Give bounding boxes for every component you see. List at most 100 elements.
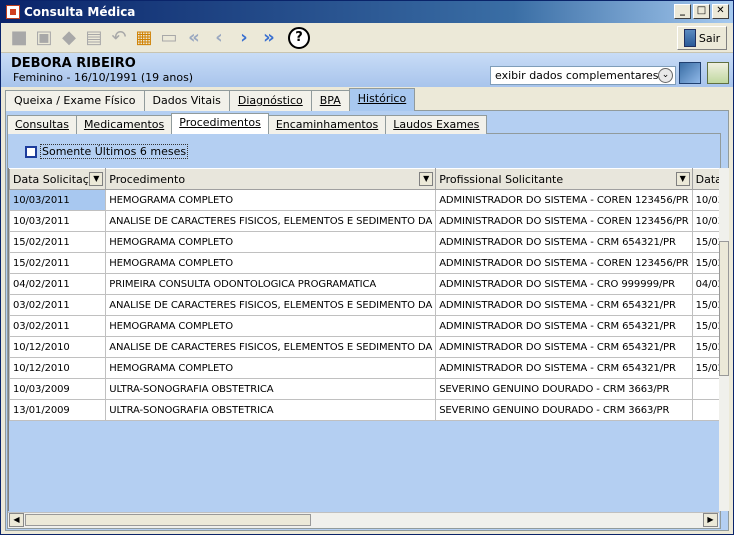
- table-row[interactable]: 10/12/2010 HEMOGRAMA COMPLETO ADMINISTRADO…: [9, 357, 719, 379]
- table-cell[interactable]: SEVERINO GENUINO DOURADO - CRM 3663/PR: [435, 399, 693, 421]
- minimize-button[interactable]: _: [674, 4, 691, 19]
- help-icon[interactable]: ?: [288, 26, 310, 49]
- table-cell[interactable]: 15/02: [691, 252, 719, 274]
- table-cell[interactable]: 10/03/2011: [9, 210, 107, 232]
- table-cell[interactable]: HEMOGRAMA COMPLETO: [105, 315, 437, 337]
- table-cell[interactable]: 10/03: [691, 210, 719, 232]
- scroll-right-arrow-icon[interactable]: ▶: [703, 513, 718, 527]
- table-row[interactable]: 04/02/2011 PRIMEIRA CONSULTA ODONTOLOGICA…: [9, 273, 719, 295]
- table-row[interactable]: 03/02/2011 HEMOGRAMA COMPLETO ADMINISTRADO…: [9, 315, 719, 337]
- next-record-icon[interactable]: ›: [232, 26, 256, 50]
- table-cell[interactable]: 15/02: [691, 336, 719, 358]
- first-record-icon[interactable]: «: [182, 26, 206, 50]
- last-6-months-checkbox[interactable]: Somente Últimos 6 meses: [25, 144, 189, 159]
- column-filter-icon[interactable]: ▼: [675, 172, 690, 186]
- table-cell[interactable]: ADMINISTRADOR DO SISTEMA - CRO 999999/PR: [435, 273, 693, 295]
- sair-button[interactable]: Sair: [677, 26, 727, 50]
- table-cell[interactable]: 04/02/2011: [9, 273, 107, 295]
- table-cell[interactable]: 15/02: [691, 315, 719, 337]
- search-binoculars-icon[interactable]: ▣: [32, 26, 56, 50]
- app-icon: [6, 5, 20, 19]
- undo-icon[interactable]: ↶: [107, 26, 131, 50]
- col-procedimento[interactable]: Procedimento ▼: [105, 168, 437, 190]
- table-cell[interactable]: 10/12/2010: [9, 357, 107, 379]
- vertical-scroll-thumb[interactable]: [719, 241, 729, 376]
- table-cell[interactable]: 15/02: [691, 231, 719, 253]
- tab-encaminhamentos[interactable]: Encaminhamentos: [267, 115, 387, 134]
- table-row[interactable]: 10/03/2011 ANALISE DE CARACTERES FISICOS,…: [9, 210, 719, 232]
- table-row[interactable]: 13/01/2009 ULTRA-SONOGRAFIA OBSTETRICA SEV…: [9, 399, 719, 421]
- table-cell[interactable]: ANALISE DE CARACTERES FISICOS, ELEMENTOS…: [105, 336, 437, 358]
- tab-consultas[interactable]: Consultas: [7, 115, 77, 134]
- table-row[interactable]: 15/02/2011 HEMOGRAMA COMPLETO ADMINISTRADO…: [9, 252, 719, 274]
- horizontal-scroll-thumb[interactable]: [25, 514, 311, 526]
- table-row[interactable]: 10/03/2011 HEMOGRAMA COMPLETO ADMINISTRADO…: [9, 189, 719, 211]
- tab-bpa[interactable]: BPA: [310, 90, 350, 111]
- tab-historico[interactable]: Histórico: [348, 88, 416, 111]
- new-record-icon[interactable]: ■: [7, 26, 31, 50]
- tab-dados-vitais[interactable]: Dados Vitais: [143, 90, 230, 111]
- maximize-button[interactable]: □: [693, 4, 710, 19]
- table-cell[interactable]: 15/02/2011: [9, 231, 107, 253]
- table-cell[interactable]: 04/02: [691, 273, 719, 295]
- table-cell[interactable]: 10/03: [691, 189, 719, 211]
- patient-card-icon[interactable]: [679, 62, 701, 84]
- table-cell[interactable]: 03/02/2011: [9, 315, 107, 337]
- table-cell[interactable]: ANALISE DE CARACTERES FISICOS, ELEMENTOS…: [105, 210, 437, 232]
- tab-procedimentos[interactable]: Procedimentos: [171, 113, 269, 134]
- table-cell[interactable]: ULTRA-SONOGRAFIA OBSTETRICA: [105, 378, 437, 400]
- table-row[interactable]: 10/12/2010 ANALISE DE CARACTERES FISICOS,…: [9, 336, 719, 358]
- table-cell[interactable]: [691, 378, 719, 400]
- table-row[interactable]: 10/03/2009 ULTRA-SONOGRAFIA OBSTETRICA SEV…: [9, 378, 719, 400]
- table-cell[interactable]: HEMOGRAMA COMPLETO: [105, 231, 437, 253]
- table-cell[interactable]: 10/03/2011: [9, 189, 107, 211]
- table-cell[interactable]: ADMINISTRADOR DO SISTEMA - CRM 654321/PR: [435, 231, 693, 253]
- tab-medicamentos[interactable]: Medicamentos: [75, 115, 173, 134]
- patient-photo-icon[interactable]: [707, 62, 729, 84]
- table-cell[interactable]: ADMINISTRADOR DO SISTEMA - CRM 654321/PR: [435, 336, 693, 358]
- table-cell[interactable]: HEMOGRAMA COMPLETO: [105, 252, 437, 274]
- checkbox-box[interactable]: [25, 145, 37, 158]
- scroll-left-arrow-icon[interactable]: ◀: [9, 513, 24, 527]
- table-cell[interactable]: 13/01/2009: [9, 399, 107, 421]
- delete-trash-icon[interactable]: ▤: [82, 26, 106, 50]
- consulta-medica-window: Consulta Médica _ □ ✕ ■ ▣ ◆ ▤ ↶ ▦ ▭ « ‹ …: [0, 0, 734, 535]
- table-cell[interactable]: PRIMEIRA CONSULTA ODONTOLOGICA PROGRAMAT…: [105, 273, 437, 295]
- col-profissional-solicitante[interactable]: Profissional Solicitante ▼: [435, 168, 693, 190]
- extra-data-select[interactable]: exibir dados complementares... ⌄: [490, 66, 676, 85]
- tab-laudos-exames[interactable]: Laudos Exames: [385, 115, 488, 134]
- table-cell[interactable]: 03/02/2011: [9, 294, 107, 316]
- col-data[interactable]: Data: [691, 168, 719, 190]
- tab-queixa-exame-fisico[interactable]: Queixa / Exame Físico: [5, 90, 145, 111]
- col-data-solicitacao[interactable]: Data Solicitação ▼: [9, 168, 107, 190]
- table-cell[interactable]: ULTRA-SONOGRAFIA OBSTETRICA: [105, 399, 437, 421]
- table-cell[interactable]: ADMINISTRADOR DO SISTEMA - CRM 654321/PR: [435, 294, 693, 316]
- chevron-down-icon[interactable]: ⌄: [658, 68, 673, 83]
- table-cell[interactable]: 10/03/2009: [9, 378, 107, 400]
- table-cell[interactable]: ADMINISTRADOR DO SISTEMA - CRM 654321/PR: [435, 315, 693, 337]
- table-cell[interactable]: ADMINISTRADOR DO SISTEMA - COREN 123456/…: [435, 252, 693, 274]
- table-cell[interactable]: HEMOGRAMA COMPLETO: [105, 189, 437, 211]
- print-icon[interactable]: ▭: [157, 26, 181, 50]
- last-record-icon[interactable]: »: [257, 26, 281, 50]
- save-icon[interactable]: ▦: [132, 26, 156, 50]
- column-filter-icon[interactable]: ▼: [89, 172, 104, 186]
- eraser-icon[interactable]: ◆: [57, 26, 81, 50]
- table-cell[interactable]: 10/12/2010: [9, 336, 107, 358]
- table-cell[interactable]: ADMINISTRADOR DO SISTEMA - CRM 654321/PR: [435, 357, 693, 379]
- table-cell[interactable]: ADMINISTRADOR DO SISTEMA - COREN 123456/…: [435, 210, 693, 232]
- table-cell[interactable]: HEMOGRAMA COMPLETO: [105, 357, 437, 379]
- table-cell[interactable]: ADMINISTRADOR DO SISTEMA - COREN 123456/…: [435, 189, 693, 211]
- table-cell[interactable]: [691, 399, 719, 421]
- close-button[interactable]: ✕: [712, 4, 729, 19]
- table-cell[interactable]: 15/02: [691, 294, 719, 316]
- table-cell[interactable]: ANALISE DE CARACTERES FISICOS, ELEMENTOS…: [105, 294, 437, 316]
- table-row[interactable]: 15/02/2011 HEMOGRAMA COMPLETO ADMINISTRADO…: [9, 231, 719, 253]
- column-filter-icon[interactable]: ▼: [419, 172, 434, 186]
- table-cell[interactable]: SEVERINO GENUINO DOURADO - CRM 3663/PR: [435, 378, 693, 400]
- tab-diagnostico[interactable]: Diagnóstico: [228, 90, 312, 111]
- previous-record-icon[interactable]: ‹: [207, 26, 231, 50]
- table-cell[interactable]: 15/02/2011: [9, 252, 107, 274]
- table-row[interactable]: 03/02/2011 ANALISE DE CARACTERES FISICOS,…: [9, 294, 719, 316]
- table-cell[interactable]: 15/02: [691, 357, 719, 379]
